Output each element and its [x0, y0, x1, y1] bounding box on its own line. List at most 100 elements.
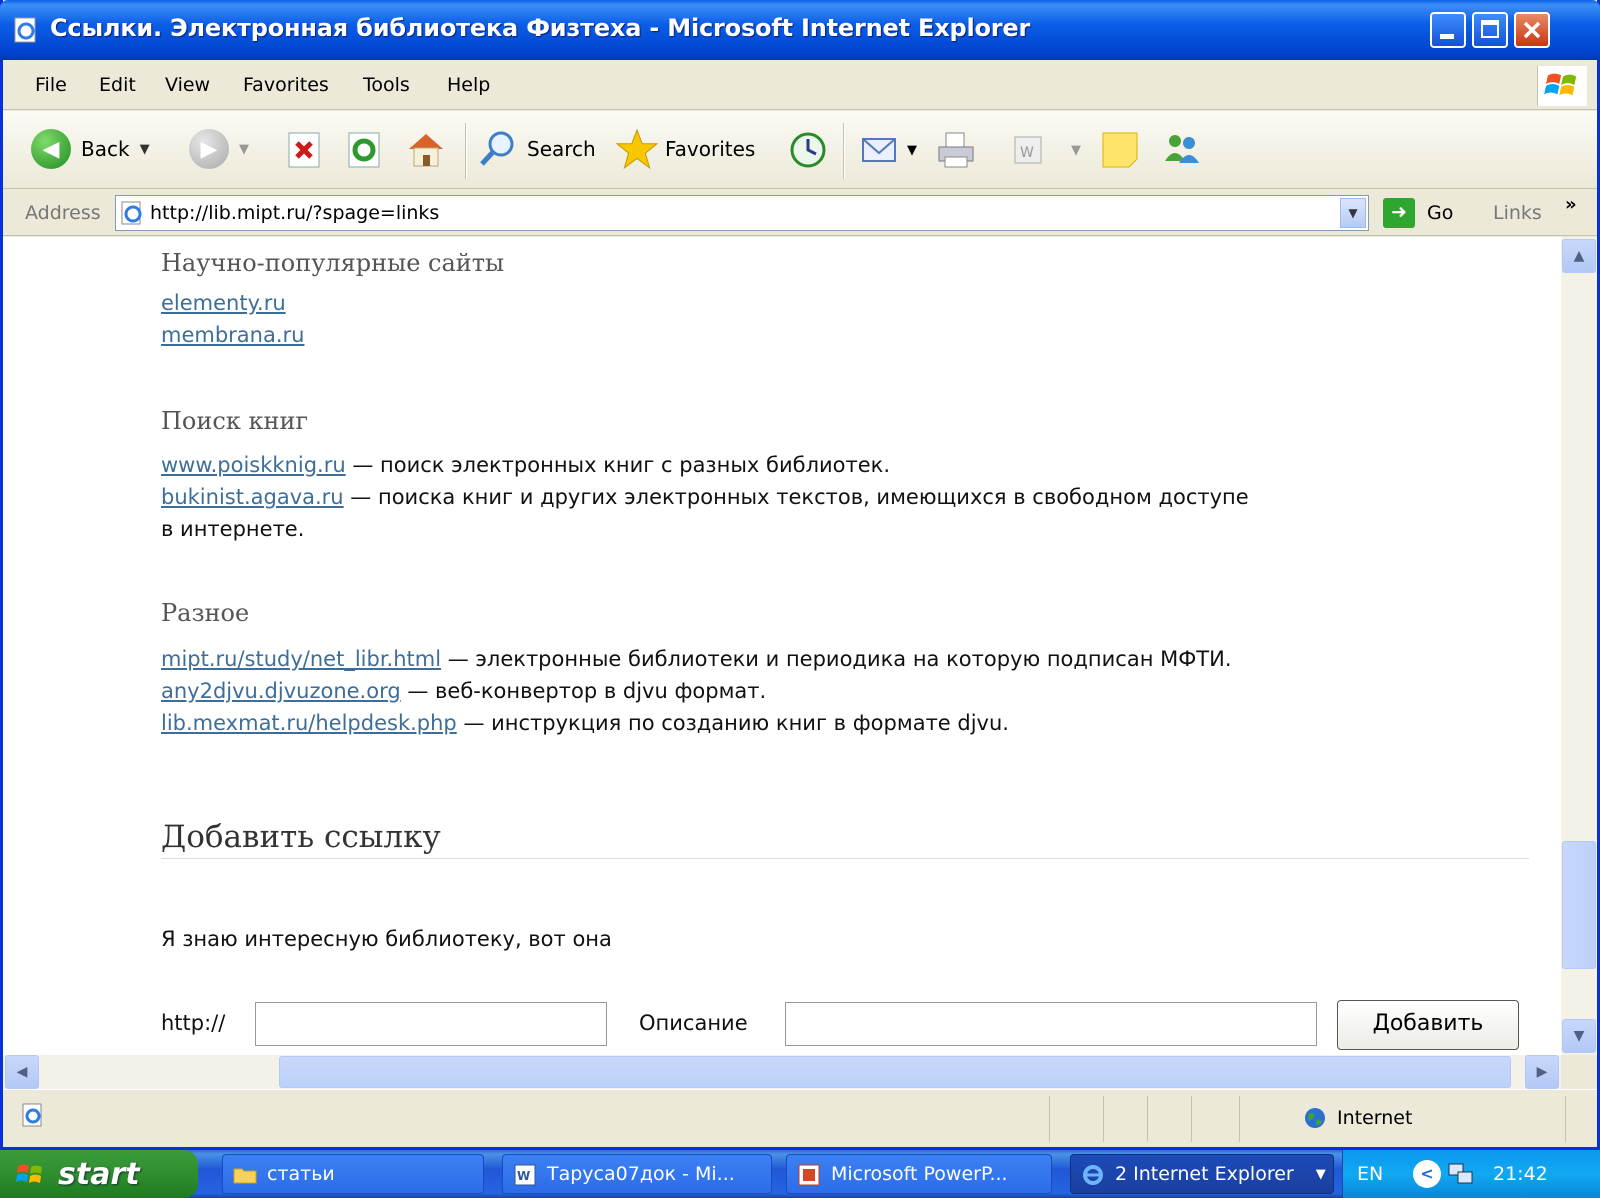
scroll-corner: [1561, 1055, 1597, 1089]
forward-dropdown-icon[interactable]: ▼: [239, 142, 249, 157]
folder-icon: [233, 1168, 257, 1184]
menu-favorites[interactable]: Favorites: [243, 74, 329, 96]
scroll-left-icon[interactable]: ◀: [5, 1055, 39, 1089]
scroll-down-icon[interactable]: ▼: [1562, 1019, 1596, 1053]
task-group-dropdown-icon[interactable]: ▼: [1316, 1167, 1326, 1182]
language-indicator[interactable]: EN: [1357, 1163, 1383, 1185]
heading-misc: Разное: [161, 599, 250, 627]
menu-bar: File Edit View Favorites Tools Help: [3, 60, 1597, 110]
scroll-up-icon[interactable]: ▲: [1562, 239, 1596, 273]
go-button[interactable]: ➜ Go: [1383, 198, 1453, 228]
horizontal-scrollbar[interactable]: ◀ ▶: [3, 1055, 1561, 1089]
back-arrow-icon: ◀: [31, 129, 71, 169]
toolbar-separator: [465, 123, 467, 179]
minimize-button[interactable]: [1430, 12, 1466, 48]
forward-button[interactable]: ▶ ▼: [189, 125, 249, 173]
toolbar-separator: [843, 123, 845, 179]
search-button[interactable]: Search: [477, 125, 596, 173]
misc-item: lib.mexmat.ru/helpdesk.php — инструкция …: [161, 711, 1009, 735]
vertical-scrollbar[interactable]: ▲ ▼: [1561, 237, 1597, 1055]
windows-logo: [1537, 66, 1587, 106]
messenger-icon[interactable]: [1161, 129, 1203, 171]
note-icon[interactable]: [1099, 129, 1141, 171]
menu-help[interactable]: Help: [447, 74, 490, 96]
address-dropdown-icon[interactable]: ▼: [1340, 198, 1366, 228]
menu-edit[interactable]: Edit: [99, 74, 136, 96]
windows-flag-icon: [1544, 73, 1577, 96]
address-bar: Address http://lib.mipt.ru/?spage=links …: [3, 190, 1597, 236]
description-label: Описание: [639, 1011, 748, 1035]
link-mexmat-helpdesk[interactable]: lib.mexmat.ru/helpdesk.php: [161, 711, 457, 735]
task-powerpoint[interactable]: Microsoft PowerP...: [786, 1154, 1052, 1194]
close-icon: [1523, 21, 1541, 39]
standard-toolbar: ◀ Back ▼ ▶ ▼ Search Favorites ▼ W ▼: [3, 111, 1597, 189]
close-button[interactable]: [1514, 12, 1550, 48]
add-intro-text: Я знаю интересную библиотеку, вот она: [161, 927, 612, 951]
go-arrow-icon: ➜: [1383, 198, 1415, 228]
page-content: Научно-популярные сайты elementy.ru memb…: [3, 237, 1561, 1055]
task-folder-stati[interactable]: статьи: [222, 1154, 484, 1194]
menu-view[interactable]: View: [165, 74, 210, 96]
refresh-icon[interactable]: [343, 129, 385, 171]
url-input[interactable]: [255, 1002, 607, 1046]
misc-item: any2djvu.djvuzone.org — веб-конвертор в …: [161, 679, 767, 703]
links-label[interactable]: Links: [1493, 202, 1542, 224]
link-poiskknig[interactable]: www.poiskknig.ru: [161, 453, 346, 477]
edit-dropdown-icon[interactable]: ▼: [1071, 143, 1081, 158]
start-button[interactable]: start: [0, 1150, 198, 1198]
menu-file[interactable]: File: [35, 74, 67, 96]
http-label: http://: [161, 1011, 226, 1035]
network-icon[interactable]: [1447, 1160, 1475, 1188]
heading-popular-sites: Научно-популярные сайты: [161, 249, 505, 277]
status-cell: [1239, 1096, 1240, 1142]
search-icon: [480, 131, 514, 166]
history-icon[interactable]: [787, 129, 829, 171]
add-button[interactable]: Добавить: [1337, 1000, 1519, 1050]
home-icon[interactable]: [405, 129, 447, 171]
windows-flag-icon: [16, 1164, 42, 1183]
edit-word-icon[interactable]: W: [1007, 129, 1049, 171]
address-url: http://lib.mipt.ru/?spage=links: [150, 202, 440, 224]
book-item-continuation: в интернете.: [161, 517, 305, 541]
stop-icon[interactable]: [283, 129, 325, 171]
status-bar: Internet: [3, 1089, 1597, 1147]
description-input[interactable]: [785, 1002, 1317, 1046]
print-icon[interactable]: [935, 129, 977, 171]
link-mipt-netlibr[interactable]: mipt.ru/study/net_libr.html: [161, 647, 441, 671]
horizontal-scroll-thumb[interactable]: [279, 1056, 1511, 1088]
heading-add-link: Добавить ссылку: [161, 819, 441, 855]
tray-expand-icon[interactable]: <: [1413, 1160, 1441, 1188]
heading-book-search: Поиск книг: [161, 407, 309, 435]
page-status-icon: [22, 1103, 42, 1127]
status-cell: [1191, 1096, 1192, 1142]
title-bar[interactable]: Ссылки. Электронная библиотека Физтеха -…: [0, 0, 1600, 60]
book-item: www.poiskknig.ru — поиск электронных кни…: [161, 453, 890, 477]
security-zone: Internet: [1303, 1106, 1412, 1130]
link-elementy[interactable]: elementy.ru: [161, 291, 286, 315]
link-membrana[interactable]: membrana.ru: [161, 323, 304, 347]
favorites-button[interactable]: Favorites: [615, 125, 755, 173]
link-bukinist[interactable]: bukinist.agava.ru: [161, 485, 344, 509]
menu-tools[interactable]: Tools: [363, 74, 410, 96]
vertical-scroll-thumb[interactable]: [1562, 841, 1596, 969]
status-cell: [1103, 1096, 1104, 1142]
scroll-right-icon[interactable]: ▶: [1525, 1055, 1559, 1089]
mail-dropdown-icon[interactable]: ▼: [907, 143, 917, 158]
back-dropdown-icon[interactable]: ▼: [140, 142, 150, 157]
ie-icon: [1083, 1165, 1103, 1185]
browser-window: Ссылки. Электронная библиотека Физтеха -…: [0, 0, 1600, 1150]
links-chevron-icon[interactable]: »: [1565, 194, 1577, 215]
link-any2djvu[interactable]: any2djvu.djvuzone.org: [161, 679, 401, 703]
address-input[interactable]: http://lib.mipt.ru/?spage=links ▼: [115, 195, 1369, 231]
task-internet-explorer-group[interactable]: 2 Internet Explorer ▼: [1070, 1154, 1334, 1194]
status-cell: [1147, 1096, 1148, 1142]
mail-icon[interactable]: [859, 129, 901, 171]
ie-page-icon: [14, 17, 36, 43]
taskbar: start статьи W Таруса07док - Mi... Micro…: [0, 1150, 1600, 1198]
star-icon: [615, 128, 659, 170]
powerpoint-icon: [798, 1164, 820, 1186]
svg-text:W: W: [517, 1169, 530, 1183]
task-word-document[interactable]: W Таруса07док - Mi...: [502, 1154, 772, 1194]
maximize-button[interactable]: [1472, 12, 1508, 48]
back-button[interactable]: ◀ Back ▼: [31, 125, 150, 173]
